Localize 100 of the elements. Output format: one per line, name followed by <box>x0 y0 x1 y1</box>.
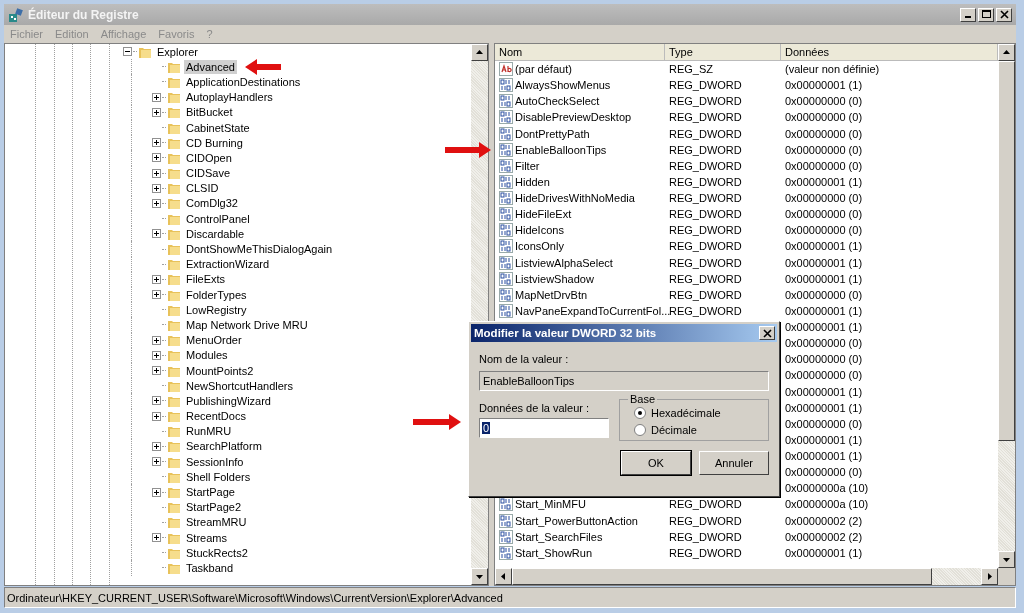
tree-item[interactable]: MenuOrder <box>184 333 244 348</box>
scroll-up-icon[interactable] <box>998 44 1015 61</box>
tree-item[interactable]: PublishingWizard <box>184 393 273 408</box>
scroll-right-icon[interactable] <box>981 568 998 585</box>
folder-icon <box>167 90 181 105</box>
scroll-down-icon[interactable] <box>998 551 1015 568</box>
ok-button[interactable]: OK <box>621 451 691 475</box>
radio-option[interactable]: Hexadécimale <box>634 407 721 419</box>
expand-icon[interactable] <box>152 396 161 406</box>
maximize-button[interactable] <box>978 7 994 22</box>
value-name[interactable]: DontPrettyPath <box>515 127 590 140</box>
value-name[interactable]: Start_SearchFiles <box>515 530 603 543</box>
expand-icon[interactable] <box>152 411 161 421</box>
value-name[interactable]: IconsOnly <box>515 240 564 253</box>
tree-item[interactable]: CD Burning <box>184 135 245 150</box>
value-type: REG_DWORD <box>669 288 742 301</box>
expand-icon[interactable] <box>152 366 161 376</box>
tree-item[interactable]: Discardable <box>184 226 247 241</box>
tree-item[interactable]: Map Network Drive MRU <box>184 317 310 332</box>
tree-item[interactable]: CLSID <box>184 181 221 196</box>
value-name[interactable]: ListviewAlphaSelect <box>515 256 613 269</box>
close-button[interactable] <box>996 7 1012 22</box>
scroll-thumb[interactable] <box>998 61 1015 441</box>
value-name[interactable]: (par défaut) <box>515 63 572 76</box>
tree-item[interactable]: CIDSave <box>184 166 233 181</box>
tree-item[interactable]: AutoplayHandlers <box>184 90 275 105</box>
tree-item[interactable]: Modules <box>184 348 230 363</box>
tree-item[interactable]: SearchPlatform <box>184 439 264 454</box>
close-button[interactable] <box>759 326 775 340</box>
value-type: REG_DWORD <box>669 192 742 205</box>
expand-icon[interactable] <box>152 350 161 360</box>
tree-item[interactable]: CabinetState <box>184 120 252 135</box>
tree-item[interactable]: ControlPanel <box>184 211 252 226</box>
value-name[interactable]: HideFileExt <box>515 208 572 221</box>
expand-icon[interactable] <box>152 198 161 208</box>
tree-item[interactable]: DontShowMeThisDialogAgain <box>184 242 335 257</box>
tree-item[interactable]: RunMRU <box>184 424 234 439</box>
value-name[interactable]: HideIcons <box>515 224 564 237</box>
expand-icon[interactable] <box>152 487 161 497</box>
tree-item[interactable]: MountPoints2 <box>184 363 256 378</box>
expand-icon[interactable] <box>152 441 161 451</box>
tree-item[interactable]: ExtractionWizard <box>184 257 272 272</box>
tree-item[interactable]: NewShortcutHandlers <box>184 378 295 393</box>
value-name[interactable]: ListviewShadow <box>515 272 594 285</box>
tree-item[interactable]: Advanced <box>184 59 237 74</box>
expand-icon[interactable] <box>152 153 161 163</box>
tree-item[interactable]: Streams <box>184 530 229 545</box>
value-name[interactable]: Hidden <box>515 175 550 188</box>
expand-icon[interactable] <box>152 335 161 345</box>
expand-icon[interactable] <box>152 290 161 300</box>
radio-option[interactable]: Décimale <box>634 424 697 436</box>
value-name[interactable]: MapNetDrvBtn <box>515 288 588 301</box>
tree-item[interactable]: RecentDocs <box>184 409 248 424</box>
scrollbar[interactable] <box>495 568 1015 585</box>
value-data-field[interactable]: 0 <box>479 418 609 438</box>
value-name[interactable]: Start_MinMFU <box>515 498 586 511</box>
tree-item[interactable]: FolderTypes <box>184 287 249 302</box>
tree-item[interactable]: CIDOpen <box>184 150 234 165</box>
scroll-left-icon[interactable] <box>495 568 512 585</box>
value-name[interactable]: Start_ShowRun <box>515 546 593 559</box>
scroll-thumb[interactable] <box>512 568 932 585</box>
minimize-button[interactable] <box>960 7 976 22</box>
value-name[interactable]: HideDrivesWithNoMedia <box>515 192 635 205</box>
tree-item[interactable]: Taskband <box>184 560 236 575</box>
tree-item[interactable]: LowRegistry <box>184 302 249 317</box>
tree-item[interactable]: ApplicationDestinations <box>184 74 303 89</box>
tree-item[interactable]: SessionInfo <box>184 454 246 469</box>
expand-icon[interactable] <box>152 168 161 178</box>
expand-icon[interactable] <box>152 183 161 193</box>
tree-item[interactable]: BitBucket <box>184 105 235 120</box>
tree-item[interactable]: ComDlg32 <box>184 196 240 211</box>
scroll-down-icon[interactable] <box>471 568 488 585</box>
expand-icon[interactable] <box>152 107 161 117</box>
tree-item[interactable]: Shell Folders <box>184 469 253 484</box>
tree-item[interactable]: StreamMRU <box>184 515 249 530</box>
value-name[interactable]: Start_PowerButtonAction <box>515 514 638 527</box>
expand-icon[interactable] <box>152 274 161 284</box>
tree-item[interactable]: StartPage2 <box>184 500 244 515</box>
scroll-up-icon[interactable] <box>471 44 488 61</box>
expand-icon[interactable] <box>152 138 161 148</box>
value-name[interactable]: NavPaneExpandToCurrentFol... <box>515 304 671 317</box>
tree-item[interactable]: Explorer <box>155 44 200 59</box>
column-header[interactable]: Nom <box>495 44 665 60</box>
collapse-icon[interactable] <box>123 47 132 57</box>
expand-icon[interactable] <box>152 457 161 467</box>
value-name-field[interactable]: EnableBalloonTips <box>479 371 769 391</box>
expand-icon[interactable] <box>152 533 161 543</box>
tree-item[interactable]: StuckRects2 <box>184 545 250 560</box>
value-name[interactable]: DisablePreviewDesktop <box>515 111 632 124</box>
expand-icon[interactable] <box>152 229 161 239</box>
value-name[interactable]: Filter <box>515 159 540 172</box>
value-name[interactable]: EnableBalloonTips <box>515 143 607 156</box>
expand-icon[interactable] <box>152 92 161 102</box>
value-name[interactable]: AlwaysShowMenus <box>515 79 611 92</box>
tree-item[interactable]: StartPage <box>184 485 237 500</box>
column-header[interactable]: Type <box>665 44 781 60</box>
scrollbar[interactable] <box>998 44 1015 568</box>
cancel-button[interactable]: Annuler <box>699 451 769 475</box>
tree-item[interactable]: FileExts <box>184 272 228 287</box>
value-name[interactable]: AutoCheckSelect <box>515 95 600 108</box>
